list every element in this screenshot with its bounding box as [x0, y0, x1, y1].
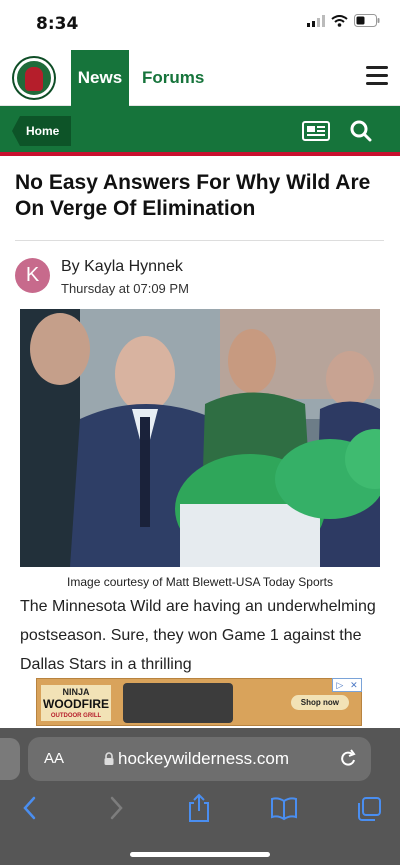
article-body: The Minnesota Wild are having an underwh… — [20, 598, 376, 673]
url-text[interactable]: hockeywilderness.com — [118, 749, 289, 769]
text-size-button[interactable]: AA — [44, 750, 64, 767]
status-icons — [307, 14, 380, 27]
share-icon[interactable] — [187, 793, 211, 823]
bookmarks-icon[interactable] — [270, 793, 298, 823]
ad-shop-button[interactable]: Shop now — [290, 695, 349, 710]
back-icon[interactable] — [22, 793, 38, 823]
browser-toolbar: AA hockeywilderness.com — [0, 728, 400, 865]
address-bar[interactable]: AA hockeywilderness.com — [28, 737, 371, 781]
ad-banner[interactable]: NINJA WOODFIRE OUTDOOR GRILL Shop now ▷ ✕ — [0, 676, 400, 728]
menu-icon[interactable] — [366, 66, 388, 86]
cellular-signal-icon — [307, 14, 325, 27]
battery-icon — [354, 14, 380, 27]
tab-forums[interactable]: Forums — [142, 50, 204, 106]
author-name[interactable]: By Kayla Hynnek — [61, 258, 183, 276]
publish-date: Thursday at 07:09 PM — [61, 281, 189, 296]
reload-icon[interactable] — [339, 749, 357, 769]
search-icon[interactable] — [350, 120, 372, 142]
photo-caption: Image courtesy of Matt Blewett-USA Today… — [67, 575, 333, 589]
breadcrumb-home[interactable]: Home — [12, 116, 72, 146]
article-photo — [20, 309, 380, 567]
status-bar: 8:34 — [0, 0, 400, 48]
tab-news[interactable]: News — [71, 50, 129, 106]
tabs-icon[interactable] — [356, 793, 382, 823]
ad-brand: NINJA WOODFIRE OUTDOOR GRILL — [41, 685, 111, 721]
lock-icon — [104, 752, 114, 765]
site-header: News Forums — [0, 48, 400, 106]
article-title: No Easy Answers For Why Wild Are On Verg… — [15, 171, 371, 220]
divider — [15, 240, 384, 241]
clock: 8:34 — [36, 14, 79, 34]
newspaper-icon[interactable] — [302, 120, 330, 142]
author-avatar[interactable]: K — [15, 258, 50, 293]
site-logo[interactable] — [14, 58, 54, 98]
wifi-icon — [331, 14, 348, 27]
previous-tab-sliver[interactable] — [0, 738, 20, 780]
ad-close-icon[interactable]: ▷ ✕ — [332, 678, 362, 692]
forward-icon[interactable] — [108, 793, 124, 823]
home-indicator[interactable] — [130, 852, 270, 857]
grill-image — [123, 683, 233, 723]
breadcrumb-bar: Home — [0, 106, 400, 156]
